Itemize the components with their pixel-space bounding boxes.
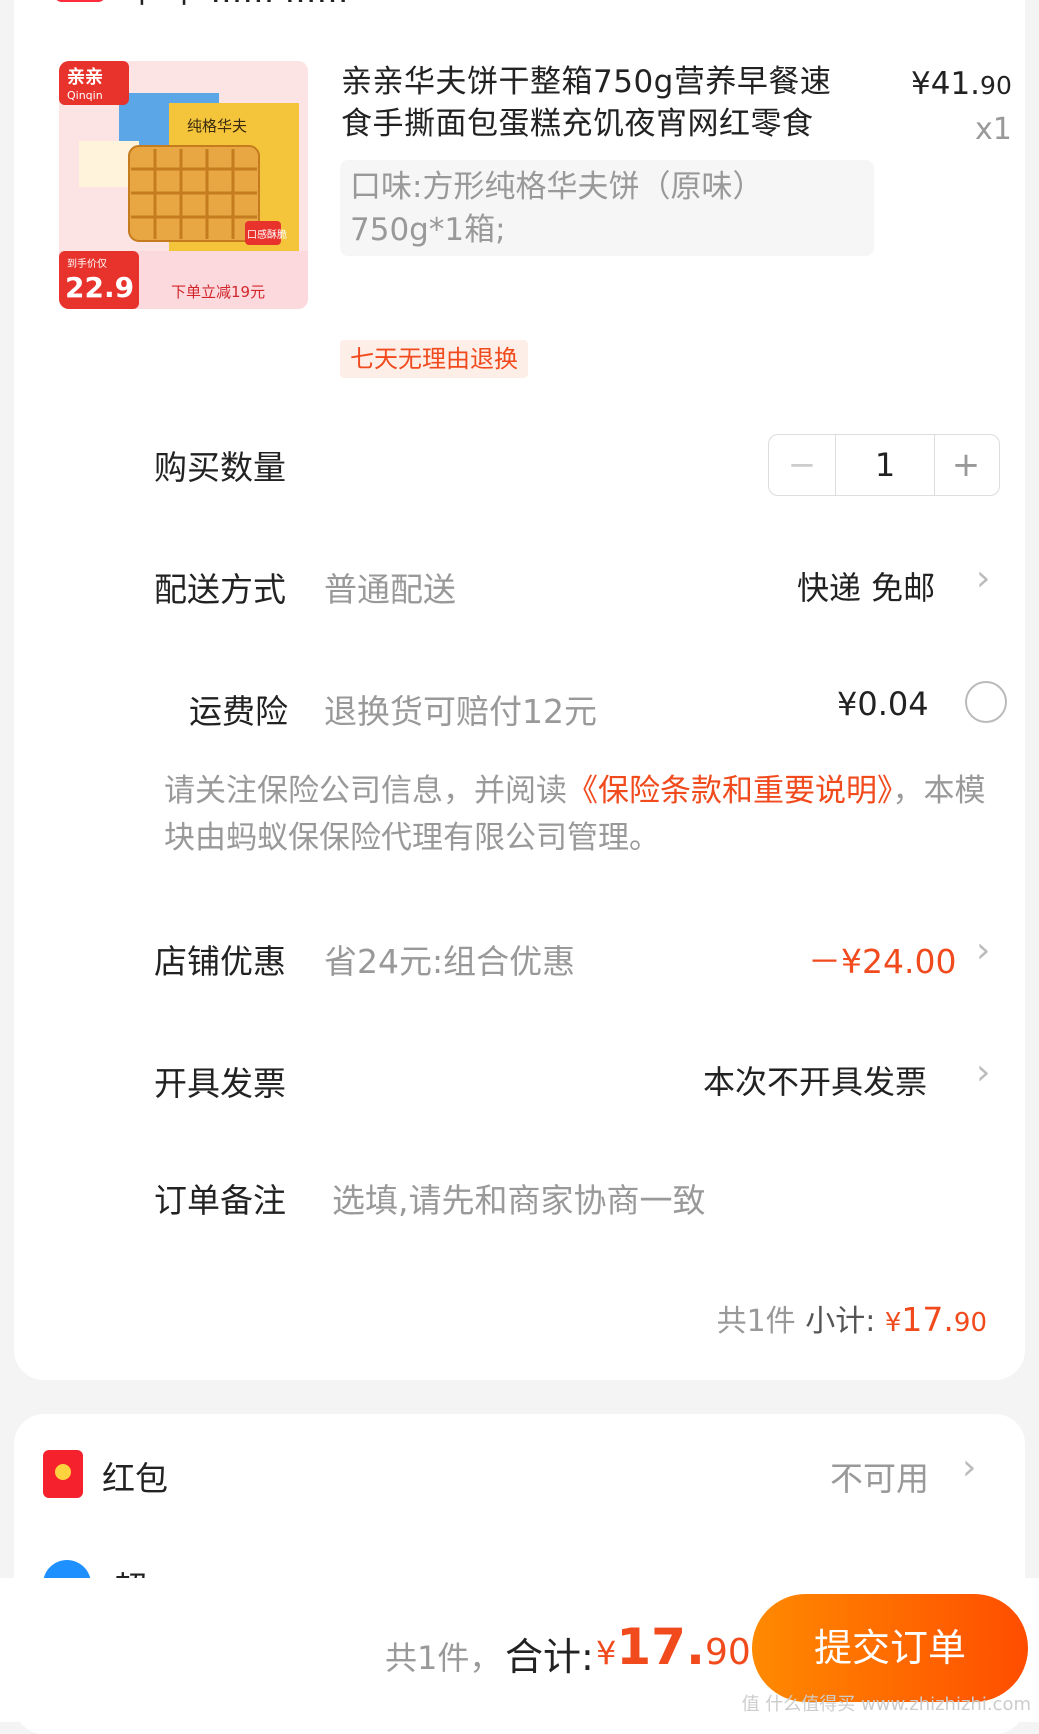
subtotal-main: 17. xyxy=(901,1300,954,1339)
remark-label: 订单备注 xyxy=(154,1181,286,1220)
thumb-brand-en: Qinqin xyxy=(67,89,103,102)
chevron-right-icon[interactable]: › xyxy=(976,930,990,971)
chevron-right-icon[interactable]: › xyxy=(976,1052,990,1093)
product-title[interactable]: 亲亲华夫饼干整箱750g营养早餐速食手撕面包蛋糕充饥夜宵网红零食 xyxy=(341,61,861,145)
notice-prefix: 请关注保险公司信息，并阅读 xyxy=(164,773,567,809)
delivery-value[interactable]: 快递 免邮 xyxy=(797,563,935,609)
store-discount-desc: 省24元:组合优惠 xyxy=(324,942,576,981)
return-policy-badge: 七天无理由退换 xyxy=(340,340,528,378)
insurance-terms-link[interactable]: 《保险条款和重要说明》 xyxy=(567,773,893,809)
price-main: 41. xyxy=(930,66,981,102)
product-image[interactable]: 亲亲 Qinqin 纯格华夫 口感酥脆 到手价仅 22.9 下单立减19元 xyxy=(59,61,308,309)
submit-order-button[interactable]: 提交订单 xyxy=(752,1594,1028,1702)
thumb-price: 22.9 xyxy=(65,271,134,304)
spec-text[interactable]: 口味:方形纯格华夫饼（原味）750g*1箱; xyxy=(350,166,870,252)
total-count: 共1件， xyxy=(385,1639,502,1677)
product-quantity: x1 xyxy=(975,112,1012,147)
total-label: 合计: xyxy=(505,1635,594,1679)
insurance-notice: 请关注保险公司信息，并阅读《保险条款和重要说明》，本模块由蚂蚁保保险代理有限公司… xyxy=(164,768,1014,862)
quantity-stepper: − 1 + xyxy=(768,434,1000,496)
red-packet-value[interactable]: 不可用 xyxy=(830,1452,929,1500)
price-cents: 90 xyxy=(980,71,1012,100)
chevron-right-icon[interactable]: › xyxy=(976,558,990,599)
thumb-brand: 亲亲 xyxy=(67,66,103,88)
subtotal-cents: 90 xyxy=(953,1308,987,1338)
chevron-right-icon[interactable]: › xyxy=(962,1447,976,1488)
thumb-box-text: 纯格华夫 xyxy=(187,117,247,135)
delivery-method: 普通配送 xyxy=(324,570,456,609)
red-packet-label: 红包 xyxy=(102,1459,168,1498)
order-card: 中 中 …… …… 亲亲 Qinqin 纯格华夫 xyxy=(14,0,1025,1380)
total-amount: ¥17.90 xyxy=(596,1618,751,1676)
price-currency: ¥ xyxy=(911,66,931,102)
store-discount-label: 店铺优惠 xyxy=(154,942,286,981)
insurance-desc: 退换货可赔付12元 xyxy=(324,692,597,731)
thumb-price-label: 到手价仅 xyxy=(67,257,107,270)
purchase-qty-label: 购买数量 xyxy=(154,448,286,487)
quantity-input[interactable]: 1 xyxy=(835,435,935,495)
store-name[interactable]: 中 中 …… …… xyxy=(126,0,349,12)
invoice-label: 开具发票 xyxy=(154,1064,286,1103)
watermark: 值 什么值得买 www.zhizhizhi.com xyxy=(741,1694,1031,1715)
red-packet-icon xyxy=(43,1450,83,1498)
total-currency: ¥ xyxy=(596,1634,617,1672)
thumb-box-tag: 口感酥脆 xyxy=(247,228,287,241)
subtotal: 共1件 小计: ¥17.90 xyxy=(717,1296,987,1340)
increase-button[interactable]: + xyxy=(933,435,999,495)
product-price: ¥41.90 xyxy=(911,66,1012,102)
store-logo-icon xyxy=(54,0,106,2)
decrease-button[interactable]: − xyxy=(769,435,835,495)
insurance-price: ¥0.04 xyxy=(837,685,929,723)
total-main: 17. xyxy=(616,1618,705,1676)
store-discount-value[interactable]: －¥24.00 xyxy=(808,935,956,983)
subtotal-currency: ¥ xyxy=(884,1308,902,1338)
insurance-label: 运费险 xyxy=(189,692,288,731)
bottom-bar: 共1件， 合计: ¥17.90 提交订单 值 什么值得买 www.zhizhiz… xyxy=(0,1578,1039,1722)
thumb-promo: 下单立减19元 xyxy=(171,283,265,301)
subtotal-amount: ¥17.90 xyxy=(884,1300,987,1339)
delivery-label: 配送方式 xyxy=(154,570,286,609)
subtotal-count: 共1件 xyxy=(716,1304,796,1339)
remark-input[interactable]: 选填,请先和商家协商一致 xyxy=(332,1174,706,1222)
insurance-radio[interactable] xyxy=(965,681,1007,723)
invoice-value[interactable]: 本次不开具发票 xyxy=(703,1057,927,1103)
total-cents: 90 xyxy=(704,1632,751,1673)
subtotal-label: 小计: xyxy=(805,1304,876,1339)
